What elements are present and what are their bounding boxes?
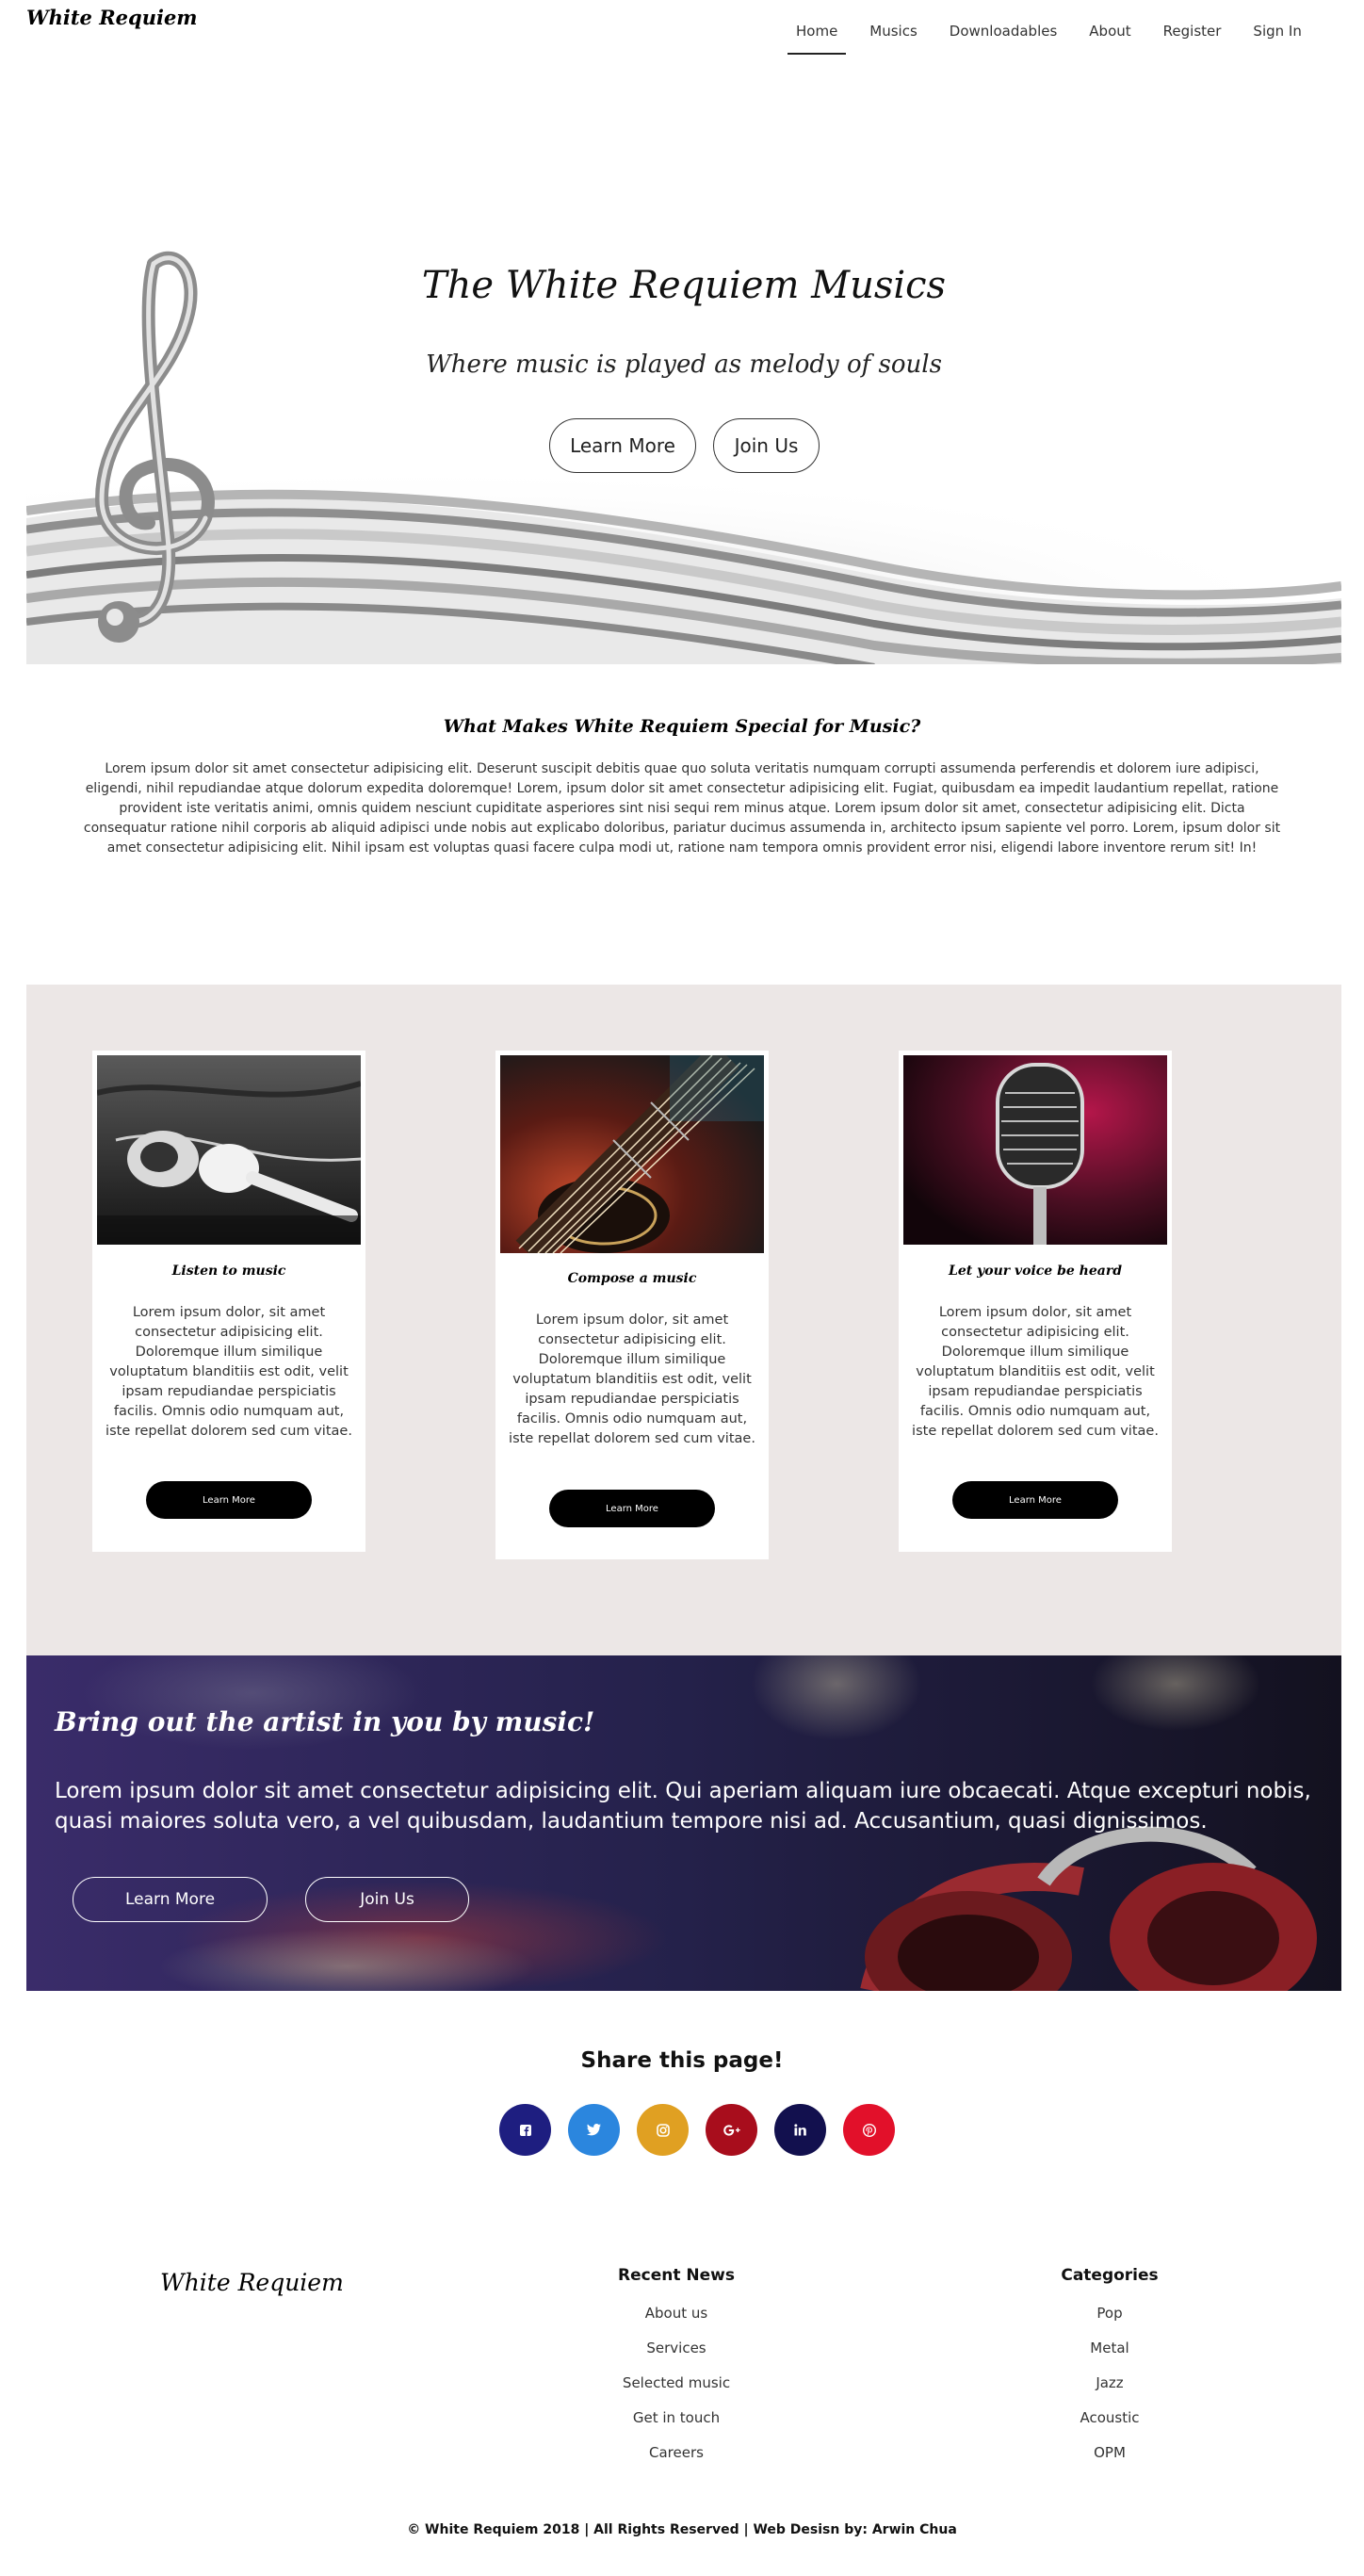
footer-link-services[interactable]: Services	[563, 2337, 789, 2372]
artist-paragraph: Lorem ipsum dolor sit amet consectetur a…	[55, 1779, 1311, 1834]
facebook-icon[interactable]	[499, 2104, 551, 2156]
artist-learn-more-button[interactable]: Learn More	[73, 1877, 268, 1922]
card-voice: Let your voice be heard Lorem ipsum dolo…	[899, 1051, 1172, 1552]
nav-sign-in[interactable]: Sign In	[1237, 0, 1317, 58]
brand-logo[interactable]: White Requiem	[26, 6, 198, 29]
nav-home[interactable]: Home	[780, 0, 853, 58]
card-listen: Listen to music Lorem ipsum dolor, sit a…	[92, 1051, 365, 1552]
footer-link-careers[interactable]: Careers	[563, 2441, 789, 2476]
card-title: Compose a music	[567, 1271, 697, 1286]
card-text: Lorem ipsum dolor, sit amet consectetur …	[106, 1305, 352, 1439]
footer-link-jazz[interactable]: Jazz	[997, 2372, 1223, 2406]
nav-links: Home Musics Downloadables About Register…	[780, 0, 1318, 58]
nav-about[interactable]: About	[1073, 0, 1146, 58]
card-text: Lorem ipsum dolor, sit amet consectetur …	[912, 1305, 1159, 1439]
special-paragraph: Lorem ipsum dolor sit amet consectetur a…	[83, 761, 1281, 856]
nav-register[interactable]: Register	[1147, 0, 1238, 58]
card-title: Let your voice be heard	[949, 1264, 1122, 1279]
footer-link-metal[interactable]: Metal	[997, 2337, 1223, 2372]
categories-column: Categories Pop Metal Jazz Acoustic OPM	[997, 2266, 1223, 2476]
footer-link-get-in-touch[interactable]: Get in touch	[563, 2406, 789, 2441]
nav-musics[interactable]: Musics	[853, 0, 934, 58]
microphone-image	[903, 1055, 1167, 1245]
nav-downloadables[interactable]: Downloadables	[934, 0, 1074, 58]
card-text: Lorem ipsum dolor, sit amet consectetur …	[509, 1312, 755, 1446]
categories-heading: Categories	[1061, 2266, 1159, 2285]
card-title: Listen to music	[171, 1264, 286, 1279]
footer-link-selected-music[interactable]: Selected music	[563, 2372, 789, 2406]
hero-join-us-button[interactable]: Join Us	[713, 418, 820, 473]
recent-news-column: Recent News About us Services Selected m…	[563, 2266, 789, 2476]
copyright-text: © White Requiem 2018 | All Rights Reserv…	[407, 2522, 957, 2537]
linkedin-icon[interactable]	[774, 2104, 826, 2156]
artist-heading: Bring out the artist in you by music!	[55, 1706, 595, 1737]
twitter-icon[interactable]	[568, 2104, 620, 2156]
footer-link-acoustic[interactable]: Acoustic	[997, 2406, 1223, 2441]
hero-title: The White Requiem Musics	[421, 264, 947, 307]
recent-news-heading: Recent News	[618, 2266, 735, 2285]
artist-banner: Bring out the artist in you by music! Lo…	[26, 1655, 1341, 1991]
features-section: Listen to music Lorem ipsum dolor, sit a…	[26, 985, 1341, 1655]
share-heading: Share this page!	[580, 2048, 784, 2073]
footer-link-about-us[interactable]: About us	[563, 2302, 789, 2337]
hero-subtitle: Where music is played as melody of souls	[426, 351, 942, 379]
earphones-image	[97, 1055, 361, 1245]
footer-link-pop[interactable]: Pop	[997, 2302, 1223, 2337]
pinterest-icon[interactable]	[843, 2104, 895, 2156]
hero-banner: The White Requiem Musics Where music is …	[26, 236, 1341, 664]
instagram-icon[interactable]	[637, 2104, 689, 2156]
special-heading: What Makes White Requiem Special for Mus…	[443, 716, 921, 737]
card-learn-more-button[interactable]: Learn More	[549, 1490, 715, 1527]
artist-join-us-button[interactable]: Join Us	[305, 1877, 469, 1922]
navbar: White Requiem Home Musics Downloadables …	[0, 0, 1364, 62]
guitar-image	[500, 1055, 764, 1253]
card-learn-more-button[interactable]: Learn More	[146, 1481, 312, 1519]
footer-link-opm[interactable]: OPM	[997, 2441, 1223, 2476]
google-plus-icon[interactable]	[706, 2104, 757, 2156]
hero-learn-more-button[interactable]: Learn More	[549, 418, 696, 473]
footer-brand[interactable]: White Requiem	[160, 2269, 344, 2296]
card-learn-more-button[interactable]: Learn More	[952, 1481, 1118, 1519]
card-compose: Compose a music Lorem ipsum dolor, sit a…	[495, 1051, 769, 1559]
